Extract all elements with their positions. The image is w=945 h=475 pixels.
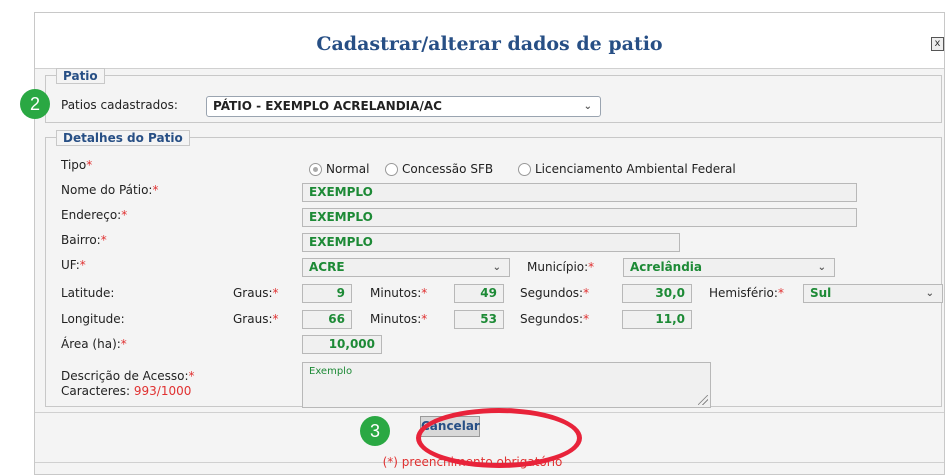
chevron-down-icon: ⌄	[817, 262, 826, 273]
longitude-label: Longitude:	[61, 312, 125, 326]
patios-label: Patios cadastrados:	[61, 98, 178, 112]
tipo-radio-normal[interactable]	[309, 163, 322, 176]
tipo-option-licenciamento: Licenciamento Ambiental Federal	[535, 162, 736, 176]
area-label: Área (ha):*	[61, 337, 127, 351]
dialog-title: Cadastrar/alterar dados de patio	[316, 33, 663, 55]
uf-label: UF:*	[61, 258, 86, 272]
lat-segundos-label: Segundos:*	[520, 286, 590, 300]
patios-select-value: PÁTIO - EXEMPLO ACRELANDIA/AC	[213, 99, 442, 113]
step-badge-2: 2	[20, 89, 50, 119]
step-badge-3: 3	[360, 416, 390, 446]
lon-segundos-field[interactable]: 11,0	[622, 310, 692, 329]
chevron-down-icon: ⌄	[492, 262, 501, 273]
lon-segundos-label: Segundos:*	[520, 312, 590, 326]
bairro-field[interactable]: EXEMPLO	[302, 233, 680, 252]
details-legend: Detalhes do Patio	[56, 130, 190, 146]
area-field[interactable]: 10,000	[302, 335, 382, 354]
dialog-title-bar: Cadastrar/alterar dados de patio x	[35, 13, 944, 69]
chevron-down-icon: ⌄	[925, 288, 934, 299]
details-fieldset: Detalhes do Patio Tipo* Normal Concessão…	[45, 130, 943, 408]
patio-legend: Patio	[56, 68, 105, 84]
lat-graus-field[interactable]: 9	[302, 284, 352, 303]
hemisferio-select[interactable]: Sul ⌄	[803, 284, 943, 303]
bairro-label: Bairro:*	[61, 233, 107, 247]
endereco-label: Endereço:*	[61, 208, 128, 222]
tipo-radio-licenciamento[interactable]	[518, 163, 531, 176]
hemisferio-label: Hemisfério:*	[709, 286, 784, 300]
descricao-text: Exemplo	[309, 366, 353, 377]
latitude-label: Latitude:	[61, 286, 115, 300]
patio-fieldset: Patio Patios cadastrados: PÁTIO - EXEMPL…	[45, 68, 942, 123]
close-icon[interactable]: x	[931, 37, 944, 51]
lat-graus-label: Graus:*	[233, 286, 279, 300]
tipo-option-concessao: Concessão SFB	[402, 162, 494, 176]
lon-minutos-field[interactable]: 53	[454, 310, 504, 329]
dialog-window: Cadastrar/alterar dados de patio x Patio…	[34, 12, 945, 475]
lat-minutos-field[interactable]: 49	[454, 284, 504, 303]
lon-minutos-label: Minutos:*	[370, 312, 428, 326]
municipio-select[interactable]: Acrelândia ⌄	[623, 258, 835, 277]
tipo-radio-concessao[interactable]	[385, 163, 398, 176]
municipio-label: Município:*	[527, 260, 595, 274]
endereco-field[interactable]: EXEMPLO	[302, 208, 857, 227]
tipo-label: Tipo*	[61, 158, 93, 172]
tipo-radio-group: Normal Concessão SFB Licenciamento Ambie…	[309, 162, 829, 177]
municipio-select-value: Acrelândia	[630, 260, 703, 274]
tipo-option-normal: Normal	[326, 162, 370, 176]
lon-graus-field[interactable]: 66	[302, 310, 352, 329]
lat-segundos-field[interactable]: 30,0	[622, 284, 692, 303]
uf-select-value: ACRE	[309, 260, 345, 274]
lat-minutos-label: Minutos:*	[370, 286, 428, 300]
patios-select[interactable]: PÁTIO - EXEMPLO ACRELANDIA/AC ⌄	[206, 96, 601, 117]
descricao-label: Descrição de Acesso:*	[61, 369, 195, 383]
caracteres-counter: Caracteres: 993/1000	[61, 384, 192, 398]
highlight-ellipse	[416, 408, 582, 468]
chevron-down-icon: ⌄	[583, 101, 592, 112]
descricao-textarea[interactable]: Exemplo	[302, 362, 711, 408]
lon-graus-label: Graus:*	[233, 312, 279, 326]
resize-handle-icon[interactable]	[698, 395, 708, 405]
nome-label: Nome do Pátio:*	[61, 183, 159, 197]
uf-select[interactable]: ACRE ⌄	[302, 258, 510, 277]
hemisferio-select-value: Sul	[810, 286, 832, 300]
nome-field[interactable]: EXEMPLO	[302, 183, 857, 202]
